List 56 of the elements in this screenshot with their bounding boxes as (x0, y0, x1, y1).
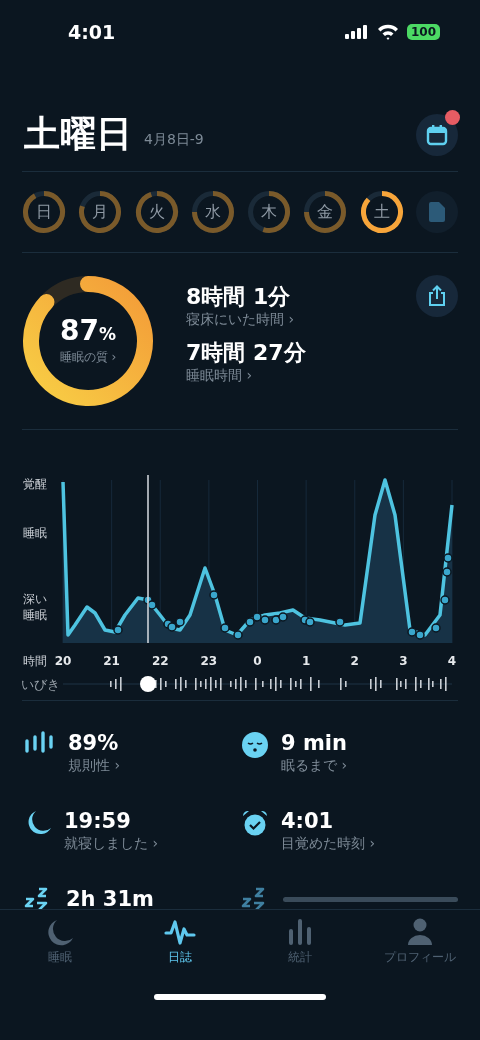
day-ring[interactable]: 月 (78, 190, 123, 234)
day-ring[interactable]: 日 (22, 190, 66, 234)
stage-label: 深い睡眠 (23, 592, 47, 622)
metric-value: 8時間 1分 (186, 283, 292, 311)
hour-label: 2 (350, 654, 359, 668)
share-icon (427, 285, 447, 307)
document-icon (428, 202, 445, 222)
stat-value: 9 min (281, 730, 348, 757)
tab[interactable]: 日誌 (125, 916, 235, 978)
tab[interactable]: 統計 (245, 916, 355, 978)
calendar-icon (426, 123, 448, 146)
document-button[interactable] (415, 191, 458, 233)
hour-label: 0 (253, 654, 262, 668)
tab[interactable]: プロフィール (365, 916, 475, 978)
status-time: 4:01 (68, 21, 116, 43)
stat-value: 89% (68, 730, 120, 757)
stat-value: 19:59 (64, 808, 132, 835)
alarm-clock-icon (241, 809, 269, 837)
stat-link[interactable]: 就寝しました › (64, 835, 159, 853)
stage-label: 覚醒 (23, 477, 47, 491)
day-ring[interactable]: 水 (190, 190, 235, 234)
snore-label: いびき (21, 677, 60, 692)
hour-label: 20 (54, 654, 72, 668)
day-ring[interactable]: 木 (247, 190, 292, 234)
signal-icon (344, 25, 369, 39)
share-button[interactable] (416, 275, 458, 317)
day-ring[interactable]: 火 (134, 190, 179, 234)
quality-link[interactable]: 睡眠の質 › (59, 349, 117, 366)
battery-level: 100 (406, 24, 440, 40)
metric-link[interactable]: 寝床にいた時間 › (186, 311, 416, 329)
metric-value: 7時間 27分 (186, 339, 307, 367)
tab[interactable]: 睡眠 (5, 916, 115, 978)
day-title: 土曜日 (24, 112, 132, 156)
stat-value: 4:01 (281, 808, 335, 835)
hour-label: 23 (200, 654, 218, 668)
calendar-button[interactable] (416, 113, 458, 156)
stage-label: 睡眠 (23, 526, 47, 540)
hour-label: 3 (399, 654, 408, 668)
hour-label: 21 (103, 654, 120, 668)
stat-link[interactable]: 規則性 › (68, 757, 121, 775)
wave-icon (164, 917, 196, 947)
axis-title: 時間 (23, 654, 47, 668)
bars-icon (24, 731, 56, 755)
stat-link[interactable]: 目覚めた時刻 › (281, 835, 376, 853)
hour-label: 4 (447, 654, 457, 668)
wifi-icon (376, 24, 399, 40)
metric-link[interactable]: 睡眠時間 › (186, 367, 416, 385)
day-ring[interactable]: 金 (303, 190, 348, 234)
quality-score: 87% (60, 316, 116, 349)
hour-label: 1 (301, 654, 311, 668)
sleeping-face-icon (241, 731, 269, 759)
day-ring[interactable]: 土 (359, 190, 404, 234)
date-range: 4月8日-9 (144, 130, 204, 149)
stat-value: 2h 31m (66, 886, 154, 909)
stat-link[interactable]: 眠るまで › (281, 757, 348, 775)
hour-label: 22 (151, 654, 169, 668)
